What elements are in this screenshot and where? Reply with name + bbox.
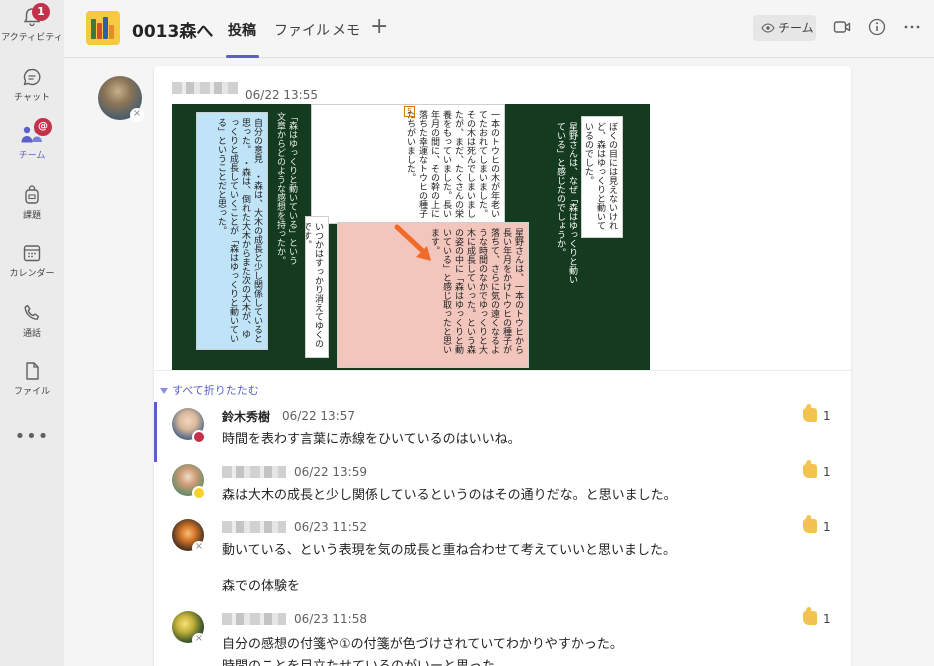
chat-icon bbox=[23, 68, 41, 86]
channel-name: 0013森へ bbox=[132, 22, 214, 42]
chevron-down-icon bbox=[160, 388, 168, 394]
post-timestamp: 06/22 13:55 bbox=[245, 88, 318, 102]
reply-timestamp: 06/23 11:52 bbox=[294, 520, 367, 534]
team-view-label: チーム bbox=[778, 21, 814, 35]
sticky-note-opinion: 自分の意見 ・森は、大木の成長と少し関係していると思った。 ・森は、倒れた大木か… bbox=[196, 112, 268, 350]
reply-text: 森は大木の成長と少し関係しているというのはその通りだな。と思いました。 bbox=[222, 488, 677, 503]
channel-header: 0013森へ 投稿 ファイル メモ + チーム bbox=[64, 0, 934, 58]
post-image[interactable]: 星野さんは、なぜ「森はゆっくりと動いている」と感じたのでしょうか。 「森はゆっく… bbox=[172, 104, 650, 370]
post-card: 06/22 13:55 星野さんは、なぜ「森はゆっくりと動いている」と感じたので… bbox=[154, 66, 851, 666]
phone-icon bbox=[24, 304, 40, 320]
rail-label-activity: アクティビティ bbox=[1, 33, 63, 43]
rail-teams[interactable]: @ チーム bbox=[0, 118, 64, 176]
reply-author-redacted bbox=[222, 521, 286, 533]
rail-label-teams: チーム bbox=[18, 151, 46, 161]
reply-author-redacted bbox=[222, 613, 286, 625]
rail-label-assignments: 課題 bbox=[22, 211, 41, 221]
conversation-feed: 06/22 13:55 星野さんは、なぜ「森はゆっくりと動いている」と感じたので… bbox=[64, 58, 934, 666]
rail-label-files: ファイル bbox=[13, 387, 50, 397]
like-count: 1 bbox=[823, 409, 831, 423]
status-busy-icon bbox=[192, 430, 206, 444]
reply-author-redacted bbox=[222, 466, 286, 478]
sticky-note-story: 5 一本のトウヒの木が年老いてたおれてしまいました。その木は死んでしまいましたが… bbox=[311, 104, 505, 224]
rail-calls[interactable]: 通話 bbox=[0, 298, 64, 354]
like-count: 1 bbox=[823, 520, 831, 534]
like-reaction[interactable]: 1 bbox=[803, 464, 831, 479]
eye-icon bbox=[761, 23, 775, 33]
divider bbox=[154, 370, 851, 371]
sticky-tag: 5 bbox=[404, 106, 416, 117]
reply-timestamp: 06/23 11:58 bbox=[294, 612, 367, 626]
info-icon[interactable] bbox=[867, 17, 887, 37]
add-tab-button[interactable]: + bbox=[370, 14, 388, 39]
like-reaction[interactable]: 1 bbox=[803, 611, 831, 626]
reply-timestamp: 06/22 13:57 bbox=[282, 409, 355, 423]
activity-badge: 1 bbox=[32, 3, 50, 21]
rail-activity[interactable]: 1 アクティビティ bbox=[0, 2, 64, 58]
like-count: 1 bbox=[823, 465, 831, 479]
team-view-button[interactable]: チーム bbox=[753, 15, 816, 41]
calendar-icon bbox=[23, 245, 41, 262]
app-rail: 1 アクティビティ チャット @ チーム 課題 カレンダー 通話 ファイル ••… bbox=[0, 0, 64, 666]
like-reaction[interactable]: 1 bbox=[803, 408, 831, 423]
thumbs-up-icon bbox=[803, 519, 817, 533]
rail-label-chat: チャット bbox=[14, 93, 50, 103]
reply-author[interactable]: 鈴木秀樹 bbox=[222, 408, 270, 425]
author-name-redacted bbox=[172, 82, 238, 94]
reply-text: 自分の感想の付箋や①の付箋が色づけされていてわかりやすかった。 bbox=[222, 637, 623, 652]
collapse-all-label: すべて折りたたむ bbox=[172, 384, 259, 397]
reply-text: 時間のことを目立たせているのがいーと思った。 bbox=[222, 655, 508, 666]
thumbs-up-icon bbox=[803, 464, 817, 478]
status-offline-icon bbox=[192, 633, 206, 647]
video-icon[interactable] bbox=[832, 17, 852, 37]
rail-assignments[interactable]: 課題 bbox=[0, 180, 64, 236]
board-prompt: 「森はゆっくりと動いている」という文章からどのような感想を持ったか。 bbox=[275, 112, 297, 265]
collapse-all-button[interactable]: すべて折りたたむ bbox=[160, 382, 259, 398]
reply-text: 時間を表わす言葉に赤線をひいているのはいいね。 bbox=[222, 432, 521, 447]
like-reaction[interactable]: 1 bbox=[803, 519, 831, 534]
sticky-note-story-text: 一本のトウヒの木が年老いてたおれてしまいました。その木は死んでしまいましたが、ま… bbox=[405, 110, 499, 218]
tab-posts[interactable]: 投稿 bbox=[228, 20, 256, 40]
selected-reply-indicator bbox=[154, 402, 157, 462]
like-count: 1 bbox=[823, 612, 831, 626]
more-apps-button[interactable]: ••• bbox=[0, 426, 64, 447]
arrow-icon bbox=[394, 224, 431, 261]
reply-timestamp: 06/22 13:59 bbox=[294, 465, 367, 479]
file-icon bbox=[26, 362, 39, 380]
sticky-note-small: いつかはすっかり消えてゆくのです。 bbox=[305, 216, 329, 358]
sticky-note-quote: ぼくの目には見えないけれど、森はゆっくりと動いているのでした。 bbox=[581, 116, 623, 238]
rail-label-calls: 通話 bbox=[22, 329, 41, 339]
status-away-icon bbox=[192, 486, 206, 500]
teams-badge: @ bbox=[34, 118, 52, 136]
reply-text: 森での体験を bbox=[222, 579, 301, 594]
thumbs-up-icon bbox=[803, 611, 817, 625]
status-offline-icon bbox=[192, 541, 206, 555]
more-icon[interactable] bbox=[902, 17, 922, 37]
rail-calendar[interactable]: カレンダー bbox=[0, 238, 64, 294]
backpack-icon bbox=[25, 185, 39, 204]
tab-files[interactable]: ファイル bbox=[274, 20, 330, 40]
board-question: 星野さんは、なぜ「森はゆっくりと動いている」と感じたのでしょうか。 bbox=[555, 122, 577, 284]
team-logo bbox=[86, 11, 120, 45]
thumbs-up-icon bbox=[803, 408, 817, 422]
reply-text: 動いている、という表現を気の成長と重ね合わせて考えていいと思いました。 bbox=[222, 543, 676, 558]
rail-files[interactable]: ファイル bbox=[0, 356, 64, 412]
rail-chat[interactable]: チャット bbox=[0, 62, 64, 118]
status-offline-icon bbox=[130, 108, 144, 122]
rail-label-calendar: カレンダー bbox=[9, 269, 55, 279]
tab-notes[interactable]: メモ bbox=[332, 20, 360, 40]
